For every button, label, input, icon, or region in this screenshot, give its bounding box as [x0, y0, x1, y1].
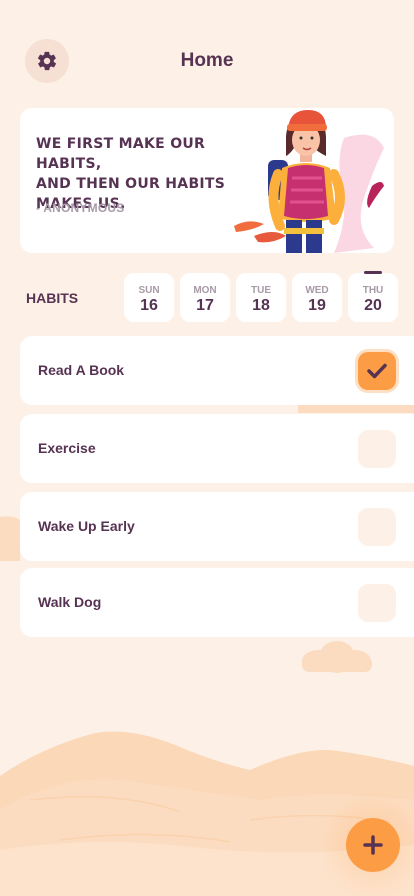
quote-card: WE FIRST MAKE OUR HABITS, AND THEN OUR H…: [20, 108, 394, 253]
habit-checkbox[interactable]: [358, 352, 396, 390]
day-name: SUN: [138, 285, 160, 296]
habit-row-exercise[interactable]: Exercise: [20, 414, 414, 483]
day-number: 16: [140, 297, 158, 314]
habit-row-walk-dog[interactable]: Walk Dog: [20, 568, 414, 637]
add-habit-button[interactable]: [346, 818, 400, 872]
habit-row-wake-up-early[interactable]: Wake Up Early: [20, 492, 414, 561]
habit-name: Wake Up Early: [38, 518, 135, 534]
habits-label: HABITS: [26, 290, 79, 306]
plus-icon: [363, 835, 383, 855]
habit-checkbox[interactable]: [358, 508, 396, 546]
habit-name: Walk Dog: [38, 594, 102, 610]
day-sun[interactable]: SUN 16: [124, 273, 174, 322]
day-wed[interactable]: WED 19: [292, 273, 342, 322]
day-tue[interactable]: TUE 18: [236, 273, 286, 322]
day-mon[interactable]: MON 17: [180, 273, 230, 322]
day-name: THU: [362, 285, 384, 296]
day-number: 19: [308, 297, 326, 314]
habit-name: Exercise: [38, 440, 96, 456]
page-title: Home: [180, 50, 234, 71]
selected-day-indicator: [364, 271, 382, 274]
day-thu[interactable]: THU 20: [348, 271, 398, 322]
hiker-girl-illustration: [234, 110, 384, 253]
check-icon: [367, 363, 387, 379]
day-number: 20: [364, 297, 382, 314]
habit-row-read-a-book[interactable]: Read A Book: [20, 336, 414, 405]
habit-checkbox[interactable]: [358, 584, 396, 622]
habit-name: Read A Book: [38, 362, 125, 378]
day-name: TUE: [251, 285, 271, 296]
day-number: 17: [196, 297, 214, 314]
quote-author: - ANONYMOUS: [36, 201, 125, 215]
day-number: 18: [252, 297, 270, 314]
day-name: WED: [305, 285, 329, 296]
habit-checkbox[interactable]: [358, 430, 396, 468]
day-name: MON: [193, 285, 217, 296]
